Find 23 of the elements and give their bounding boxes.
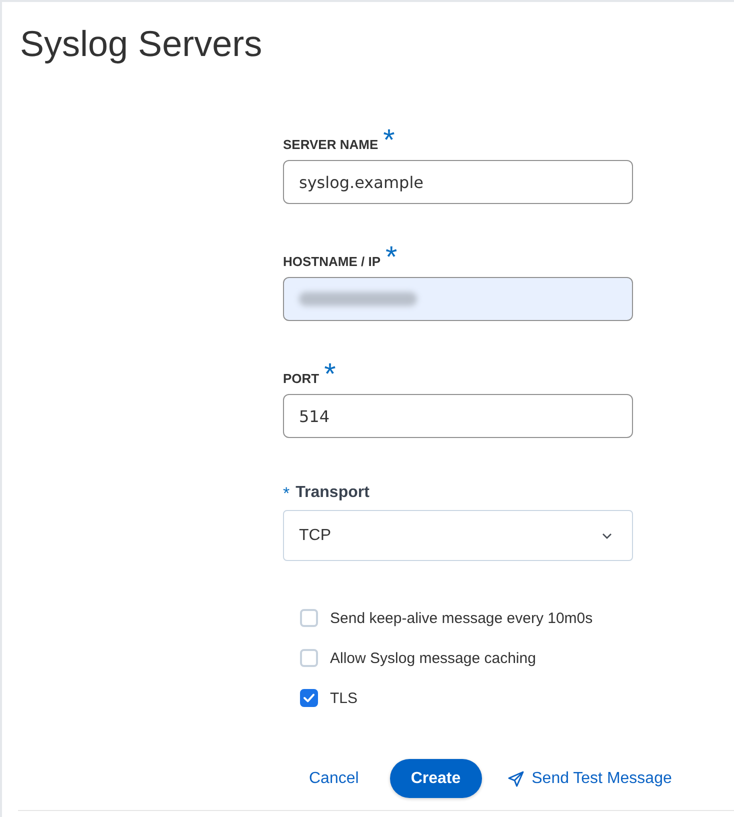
paper-plane-icon — [508, 770, 524, 786]
create-button[interactable]: Create — [390, 759, 482, 798]
required-mark: * — [383, 130, 395, 152]
field-label: Transport — [296, 483, 370, 503]
dropdown-field[interactable]: TCP — [283, 510, 633, 561]
field-label: PORT — [283, 371, 320, 387]
required-mark: * — [386, 247, 398, 269]
input-field[interactable] — [283, 277, 633, 321]
field-label: HOSTNAME / IP — [283, 254, 381, 270]
required-mark: * — [324, 364, 336, 386]
checkmark-icon — [303, 693, 315, 703]
checkbox[interactable] — [300, 689, 318, 707]
checkbox-label: Send keep-alive message every 10m0s — [330, 610, 593, 626]
field-label: SERVER NAME — [283, 137, 378, 153]
input-field[interactable]: 514 — [283, 394, 633, 438]
checkbox-label: TLS — [330, 690, 358, 706]
page-title: Syslog Servers — [20, 22, 264, 66]
required-mark: * — [283, 486, 290, 500]
cancel-button[interactable]: Cancel — [309, 770, 359, 788]
input-field[interactable]: syslog.example — [283, 160, 633, 204]
checkbox-label: Allow Syslog message caching — [330, 650, 536, 666]
chevron-down-icon — [602, 532, 612, 538]
send-test-link[interactable]: Send Test Message — [508, 770, 672, 788]
